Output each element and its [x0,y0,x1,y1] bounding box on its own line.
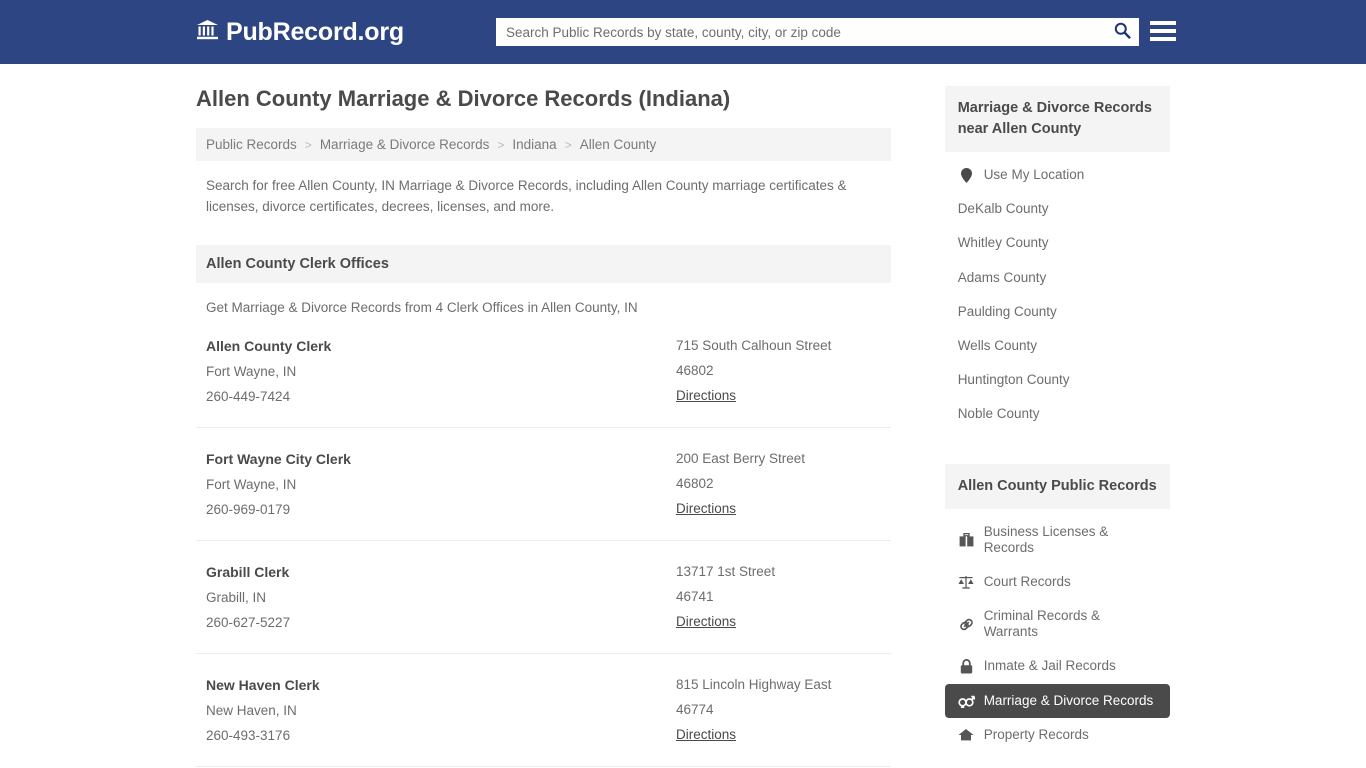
office-name: Grabill Clerk [206,563,290,580]
office-city-state: New Haven, IN [206,702,297,718]
balance-scale-icon [958,575,975,590]
sidebar-item-label: Court Records [983,573,1071,589]
page-title: Allen County Marriage & Divorce Records … [196,86,731,111]
sidebar-item-court-records[interactable]: Court Records [945,565,1170,599]
chain-link-icon [958,617,975,632]
directions-link[interactable]: Directions [676,384,736,409]
breadcrumb-item-public-records[interactable]: Public Records [206,137,297,152]
office-street: 200 East Berry Street [676,451,806,467]
office-city-state: Fort Wayne, IN [206,364,297,380]
office-zip: 46741 [676,588,714,604]
sidebar-item-label: Huntington County [957,372,1070,388]
bank-columns-icon [196,19,219,45]
office-name: New Haven Clerk [206,676,320,693]
office-details: Allen County Clerk Fort Wayne, IN 260-44… [206,334,676,410]
office-address: 815 Lincoln Highway East 46774 Direction… [676,673,881,749]
sidebar-item-label: Property Records [983,726,1089,742]
sidebar-public-records-list: Business Licenses & Records Court Record… [944,509,1170,753]
breadcrumb-separator: > [564,137,572,152]
office-details: Fort Wayne City Clerk Fort Wayne, IN 260… [206,447,676,523]
site-logo-text: PubRecord.org [226,17,404,46]
office-phone: 260-449-7424 [206,389,291,405]
breadcrumb-separator: > [497,137,505,152]
office-street: 715 South Calhoun Street [676,338,832,354]
sidebar-item-label: DeKalb County [957,201,1049,217]
office-address: 200 East Berry Street 46802 Directions [676,447,881,523]
sidebar-item-inmate-jail-records[interactable]: Inmate & Jail Records [945,649,1170,683]
table-row: New Haven Clerk New Haven, IN 260-493-31… [196,654,891,767]
office-name: Allen County Clerk [206,338,332,355]
sidebar-item-noble-county[interactable]: Noble County [945,397,1170,431]
sidebar-item-huntington-county[interactable]: Huntington County [945,363,1170,397]
house-icon [958,727,975,742]
sidebar-item-criminal-records-warrants[interactable]: Criminal Records & Warrants [945,599,1170,649]
breadcrumb-item-marriage-divorce-records[interactable]: Marriage & Divorce Records [320,137,490,152]
sidebar-item-label: Noble County [957,406,1040,422]
office-phone: 260-969-0179 [206,501,291,517]
sidebar-item-dekalb-county[interactable]: DeKalb County [945,192,1170,226]
office-phone: 260-493-3176 [206,727,291,743]
directions-link[interactable]: Directions [676,610,736,635]
sidebar-item-label: Inmate & Jail Records [983,658,1116,674]
table-row: Fort Wayne City Clerk Fort Wayne, IN 260… [196,428,891,541]
site-logo-link[interactable]: PubRecord.org [196,19,404,45]
office-phone: 260-627-5227 [206,614,291,630]
main-content: Allen County Marriage & Divorce Records … [196,64,891,768]
office-zip: 46802 [676,476,714,492]
sidebar-item-use-my-location[interactable]: Use My Location [945,158,1170,192]
office-name: Fort Wayne City Clerk [206,451,351,468]
map-pin-icon [958,167,975,183]
sidebar-item-property-records[interactable]: Property Records [945,718,1170,752]
site-header: PubRecord.org [0,0,1366,64]
office-city-state: Grabill, IN [206,589,267,605]
directions-link[interactable]: Directions [676,723,736,748]
sidebar-item-label: Criminal Records & Warrants [983,608,1100,640]
sidebar-item-label: Business Licenses & Records [983,523,1109,555]
breadcrumb-separator: > [304,137,312,152]
search-input[interactable] [496,18,1105,46]
table-row: Grabill Clerk Grabill, IN 260-627-5227 1… [196,541,891,654]
sidebar-item-marriage-divorce-records[interactable]: Marriage & Divorce Records [944,683,1170,718]
page-body: Allen County Marriage & Divorce Records … [0,64,1366,768]
search-button[interactable] [1105,18,1139,46]
gender-symbols-icon [958,693,975,708]
breadcrumb-item-indiana[interactable]: Indiana [512,137,556,152]
page-intro-text: Search for free Allen County, IN Marriag… [206,178,847,215]
office-street: 13717 1st Street [676,563,776,579]
office-zip: 46802 [676,363,714,379]
directions-link[interactable]: Directions [676,497,736,522]
breadcrumb-item-allen-county[interactable]: Allen County [580,137,657,152]
sidebar-heading-nearby: Marriage & Divorce Records near Allen Co… [944,86,1170,153]
office-street: 815 Lincoln Highway East [676,676,832,692]
office-details: New Haven Clerk New Haven, IN 260-493-31… [206,673,676,749]
sidebar-item-label: Whitley County [957,235,1049,251]
office-address: 715 South Calhoun Street 46802 Direction… [676,334,881,410]
sidebar-item-label: Paulding County [957,303,1057,319]
office-zip: 46774 [676,701,714,717]
sidebar: Marriage & Divorce Records near Allen Co… [944,64,1170,768]
sidebar-item-business-licenses-records[interactable]: Business Licenses & Records [945,515,1170,565]
office-address: 13717 1st Street 46741 Directions [676,560,881,636]
search-bar[interactable] [496,18,1139,46]
sidebar-item-whitley-county[interactable]: Whitley County [945,226,1170,260]
sidebar-item-label: Use My Location [983,167,1085,183]
section-heading-clerk-offices: Allen County Clerk Offices [196,245,891,284]
sidebar-item-label: Adams County [957,269,1047,285]
sidebar-nearby-list: Use My Location DeKalb County Whitley Co… [945,152,1170,432]
office-city-state: Fort Wayne, IN [206,476,297,492]
table-row: Allen County Clerk Fort Wayne, IN 260-44… [196,315,891,429]
sidebar-item-paulding-county[interactable]: Paulding County [945,295,1170,329]
sidebar-heading-public-records: Allen County Public Records [944,463,1170,509]
search-icon [1114,22,1131,42]
office-details: Grabill Clerk Grabill, IN 260-627-5227 [206,560,676,636]
lock-icon [958,659,975,674]
hamburger-menu-icon[interactable] [1150,18,1176,44]
briefcase-icon [958,532,975,547]
section-subheading-clerk-offices: Get Marriage & Divorce Records from 4 Cl… [206,300,638,316]
breadcrumb: Public Records > Marriage & Divorce Reco… [196,128,891,162]
sidebar-item-label: Wells County [957,337,1037,353]
sidebar-item-adams-county[interactable]: Adams County [945,261,1170,295]
sidebar-item-wells-county[interactable]: Wells County [945,329,1170,363]
sidebar-item-label: Marriage & Divorce Records [983,692,1154,708]
